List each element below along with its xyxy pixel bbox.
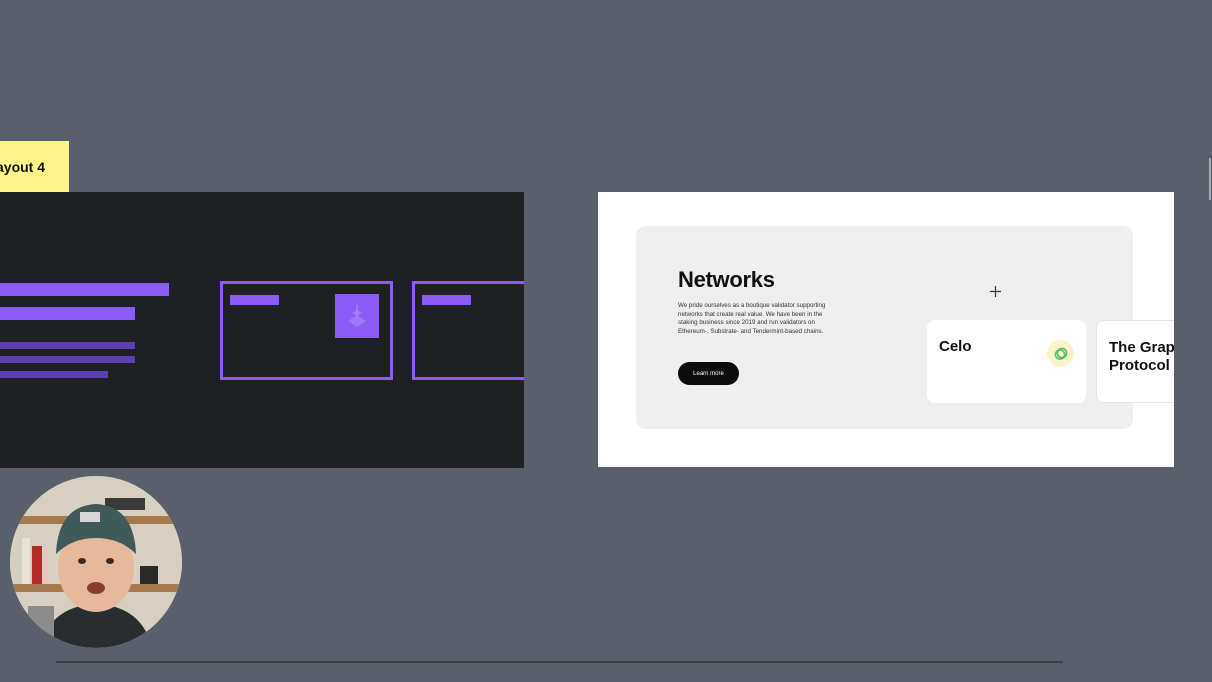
network-card-the-graph[interactable]: The Graph Protocol <box>1096 320 1174 403</box>
networks-preview-frame[interactable]: Networks We pride ourselves as a boutiqu… <box>598 192 1174 467</box>
networks-title: Networks <box>678 267 775 292</box>
crosshair-cursor-icon <box>990 286 1001 297</box>
network-card-name: The Graph Protocol <box>1109 339 1174 374</box>
layout-label: ayout 4 <box>0 141 69 192</box>
presenter-webcam-avatar <box>10 476 182 648</box>
wireframe-card-title <box>230 295 279 305</box>
wireframe-heading-bar <box>0 307 135 320</box>
wireframe-card <box>220 281 393 380</box>
timeline-scrub-bar[interactable] <box>56 661 1063 663</box>
network-card-name: Celo <box>939 338 972 355</box>
learn-more-button[interactable]: Learn more <box>678 362 739 385</box>
wireframe-card-title <box>422 295 471 305</box>
wireframe-text-line <box>0 342 135 349</box>
networks-description: We pride ourselves as a boutique validat… <box>678 302 826 335</box>
wireframe-card <box>412 281 524 380</box>
celo-logo-icon <box>1047 340 1074 367</box>
layout-label-text: ayout 4 <box>0 158 46 175</box>
wireframe-text-line <box>0 371 108 378</box>
wireframe-heading-bar <box>0 283 169 296</box>
networks-panel: Networks We pride ourselves as a boutiqu… <box>636 226 1174 429</box>
right-edge-handle[interactable] <box>1209 158 1211 200</box>
network-card-celo[interactable]: Celo <box>927 320 1086 403</box>
wireframe-frame[interactable] <box>0 192 524 468</box>
wireframe-image-placeholder-icon <box>335 294 379 338</box>
wireframe-text-line <box>0 356 135 363</box>
